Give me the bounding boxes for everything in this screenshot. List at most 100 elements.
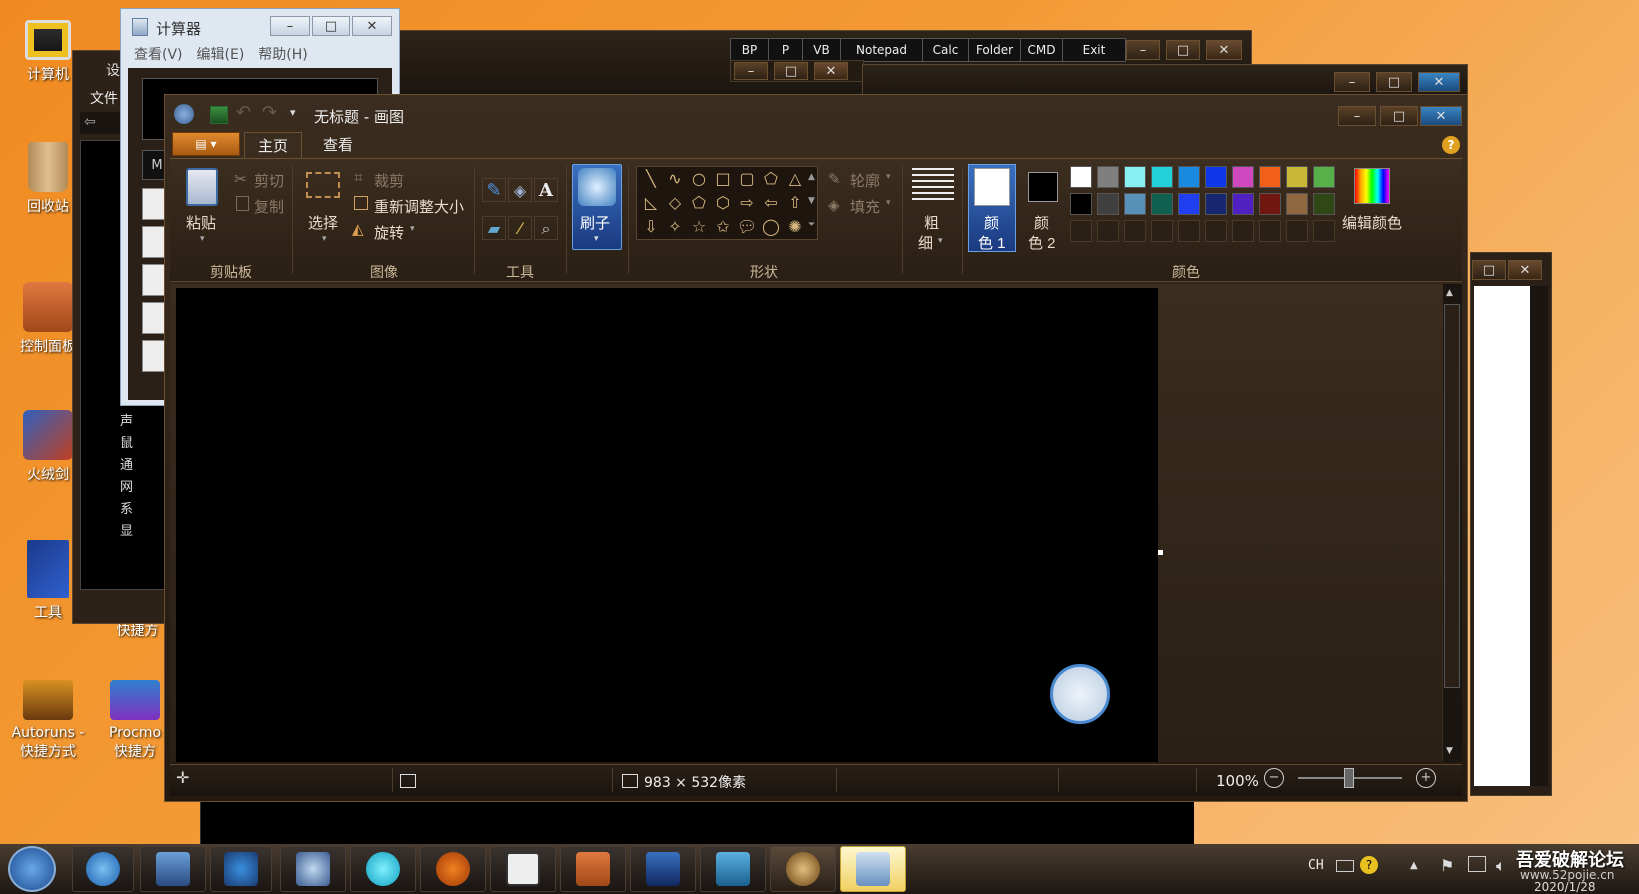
- taskbar-cmd[interactable]: [490, 846, 556, 892]
- scroll-thumb[interactable]: [1444, 304, 1460, 688]
- fill-icon[interactable]: ◈: [828, 196, 840, 214]
- color2-swatch[interactable]: [1028, 172, 1058, 202]
- fill-button[interactable]: 填充: [850, 196, 880, 217]
- eraser-icon[interactable]: ▰: [482, 216, 506, 240]
- outline-icon[interactable]: ✎: [828, 170, 841, 188]
- palette-color-swatch[interactable]: [1124, 193, 1146, 215]
- right-triangle-shape-icon[interactable]: ◺: [640, 192, 662, 214]
- crop-icon[interactable]: ⌗: [354, 168, 362, 186]
- taskbar-app-face[interactable]: [280, 846, 346, 892]
- palette-color-swatch[interactable]: [1259, 193, 1281, 215]
- launcher-maximize-button[interactable]: □: [1166, 40, 1200, 60]
- palette-color-swatch[interactable]: [1070, 166, 1092, 188]
- diamond-shape-icon[interactable]: ◇: [664, 192, 686, 214]
- launcher-bp-button[interactable]: BP: [731, 39, 769, 61]
- text-icon[interactable]: A: [534, 178, 558, 202]
- pencil-icon[interactable]: ✎: [482, 178, 506, 202]
- taskbar-app-e[interactable]: [420, 846, 486, 892]
- palette-color-swatch[interactable]: [1097, 166, 1119, 188]
- taskbar-paint[interactable]: [770, 846, 836, 892]
- launcher-notepad-button[interactable]: Notepad: [841, 39, 923, 61]
- copy-button[interactable]: 复制: [254, 196, 284, 217]
- palette-color-swatch[interactable]: [1313, 166, 1335, 188]
- taskbar-calculator[interactable]: [840, 846, 906, 892]
- calculator-minimize-button[interactable]: –: [270, 16, 310, 36]
- bg2-maximize-button[interactable]: □: [1376, 72, 1412, 92]
- paint-close-button[interactable]: ✕: [1420, 106, 1462, 126]
- palette-color-swatch[interactable]: [1151, 166, 1173, 188]
- palette-empty-swatch[interactable]: [1232, 220, 1254, 242]
- right-window-maximize-button[interactable]: □: [1472, 260, 1506, 280]
- fill-dropdown-icon[interactable]: ▾: [886, 198, 891, 208]
- four-point-star-shape-icon[interactable]: ✧: [664, 216, 686, 238]
- brush-dropdown-icon[interactable]: ▾: [594, 234, 599, 244]
- sub-window-close-button[interactable]: ✕: [814, 62, 848, 80]
- explorer-tree-item-1[interactable]: 鼠: [120, 432, 133, 451]
- curve-shape-icon[interactable]: ∿: [664, 168, 686, 190]
- palette-color-swatch[interactable]: [1151, 193, 1173, 215]
- paste-dropdown-icon[interactable]: ▾: [200, 234, 205, 244]
- fill-bucket-icon[interactable]: ◈: [508, 178, 532, 202]
- tray-language[interactable]: CH: [1308, 858, 1324, 873]
- polygon-shape-icon[interactable]: ⬠: [760, 168, 782, 190]
- line-shape-icon[interactable]: ╲: [640, 168, 662, 190]
- explorer-tree-item-3[interactable]: 网: [120, 476, 133, 495]
- crop-button[interactable]: 裁剪: [374, 170, 404, 191]
- palette-color-swatch[interactable]: [1205, 166, 1227, 188]
- edit-colors-button[interactable]: 编辑颜色: [1342, 212, 1402, 233]
- palette-empty-swatch[interactable]: [1205, 220, 1227, 242]
- floating-assistant-icon[interactable]: [1050, 664, 1110, 724]
- keyboard-icon[interactable]: [1336, 860, 1354, 872]
- palette-color-swatch[interactable]: [1178, 166, 1200, 188]
- color-picker-icon[interactable]: ⁄: [508, 216, 532, 240]
- palette-empty-swatch[interactable]: [1313, 220, 1335, 242]
- explorer-tree-item-4[interactable]: 系: [120, 498, 133, 517]
- rotate-icon[interactable]: ◭: [352, 220, 364, 238]
- volume-icon[interactable]: 🔈︎: [1496, 856, 1506, 876]
- resize-button[interactable]: 重新调整大小: [374, 196, 464, 217]
- paint-maximize-button[interactable]: □: [1380, 106, 1418, 126]
- zoom-in-icon[interactable]: +: [1416, 768, 1436, 788]
- calculator-menu-edit[interactable]: 编辑(E): [197, 44, 245, 64]
- palette-color-swatch[interactable]: [1313, 193, 1335, 215]
- customize-quick-access-icon[interactable]: ▾: [290, 106, 296, 119]
- palette-color-swatch[interactable]: [1232, 193, 1254, 215]
- cloud-callout-shape-icon[interactable]: ✺: [784, 216, 806, 238]
- palette-color-swatch[interactable]: [1286, 166, 1308, 188]
- calculator-menu-view[interactable]: 查看(V): [134, 44, 183, 64]
- sub-window-maximize-button[interactable]: □: [774, 62, 808, 80]
- left-arrow-shape-icon[interactable]: ⇦: [760, 192, 782, 214]
- explorer-tree-item-0[interactable]: 声: [120, 410, 133, 429]
- calculator-close-button[interactable]: ✕: [352, 16, 392, 36]
- undo-icon[interactable]: ↶: [236, 102, 251, 123]
- launcher-exit-button[interactable]: Exit: [1063, 39, 1125, 61]
- rounded-rectangle-shape-icon[interactable]: ▢: [736, 168, 758, 190]
- desktop-icon-procmon[interactable]: Procmo 快捷方: [100, 680, 170, 770]
- shapes-scroll-up-icon[interactable]: ▲: [808, 172, 815, 182]
- palette-color-swatch[interactable]: [1097, 193, 1119, 215]
- canvas-resize-handle[interactable]: [1158, 550, 1163, 555]
- bg2-close-button[interactable]: ✕: [1418, 72, 1460, 92]
- palette-empty-swatch[interactable]: [1124, 220, 1146, 242]
- taskbar-media-player[interactable]: [210, 846, 272, 892]
- palette-color-swatch[interactable]: [1205, 193, 1227, 215]
- oval-shape-icon[interactable]: ○: [688, 168, 710, 190]
- right-side-scrollbar[interactable]: [1530, 286, 1548, 786]
- outline-button[interactable]: 轮廓: [850, 170, 880, 191]
- palette-empty-swatch[interactable]: [1151, 220, 1173, 242]
- palette-color-swatch[interactable]: [1124, 166, 1146, 188]
- up-arrow-shape-icon[interactable]: ⇧: [784, 192, 806, 214]
- launcher-calc-button[interactable]: Calc: [923, 39, 969, 61]
- size-icon[interactable]: [912, 168, 954, 202]
- six-point-star-shape-icon[interactable]: ✩: [712, 216, 734, 238]
- palette-color-swatch[interactable]: [1070, 193, 1092, 215]
- scroll-down-icon[interactable]: ▼: [1446, 746, 1453, 756]
- launcher-close-button[interactable]: ✕: [1206, 40, 1242, 60]
- select-icon[interactable]: [306, 172, 340, 198]
- triangle-shape-icon[interactable]: △: [784, 168, 806, 190]
- bg2-minimize-button[interactable]: –: [1334, 72, 1370, 92]
- back-icon[interactable]: ⇦: [84, 114, 96, 130]
- rect-callout-shape-icon[interactable]: 💬︎: [736, 216, 758, 238]
- paint-minimize-button[interactable]: –: [1338, 106, 1376, 126]
- five-point-star-shape-icon[interactable]: ☆: [688, 216, 710, 238]
